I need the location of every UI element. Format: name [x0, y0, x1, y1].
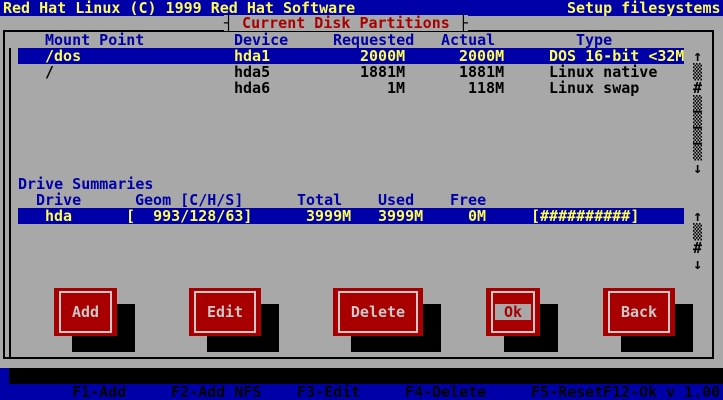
fkey-f5-reset[interactable]: F5-Reset	[531, 384, 603, 400]
partition-type[interactable]: Linux swap	[549, 80, 639, 96]
partition-requested[interactable]: 2000M	[360, 48, 405, 64]
partition-requested[interactable]: 1M	[387, 80, 405, 96]
col-header-type: Type	[576, 32, 612, 48]
page-title: Current Disk Partitions	[233, 14, 459, 32]
partition-device[interactable]: hda6	[234, 80, 270, 96]
drive-summaries-label: Drive Summaries	[18, 176, 153, 192]
dialog-inner-border	[9, 48, 11, 358]
drive-total[interactable]: 3999M	[306, 208, 351, 224]
step-title: Setup filesystems	[567, 0, 721, 16]
fkey-f1-add[interactable]: F1-Add	[72, 384, 126, 400]
col-header-total: Total	[297, 192, 342, 208]
installer-screen: Red Hat Linux (C) 1999 Red Hat Software …	[0, 0, 723, 400]
dialog-title: ┤ Current Disk Partitions ├	[224, 15, 468, 31]
col-header-device: Device	[234, 32, 288, 48]
drive-geometry[interactable]: [ 993/128/63]	[126, 208, 252, 224]
scroll-up-icon[interactable]: ↑	[693, 48, 702, 64]
partition-actual[interactable]: 2000M	[459, 48, 504, 64]
col-header-actual: Actual	[441, 32, 495, 48]
scrollbar-track[interactable]: ▒	[693, 96, 702, 112]
fkey-f2-add-nfs[interactable]: F2-Add NFS	[171, 384, 261, 400]
partition-actual[interactable]: 118M	[468, 80, 504, 96]
drive-name[interactable]: hda	[45, 208, 72, 224]
scrollbar-track[interactable]: ▒	[693, 64, 702, 80]
ok-button-label: Ok	[495, 304, 531, 320]
add-button[interactable]: Add	[54, 288, 117, 336]
scrollbar-thumb[interactable]: #	[693, 240, 702, 256]
drive-usage-bar: [##########]	[531, 208, 639, 224]
back-button[interactable]: Back	[603, 288, 675, 336]
scroll-down-icon[interactable]: ↓	[693, 256, 702, 272]
scrollbar-track[interactable]: ▒	[693, 112, 702, 128]
partition-device[interactable]: hda5	[234, 64, 270, 80]
col-header-mount-point: Mount Point	[45, 32, 144, 48]
fkey-f4-delete[interactable]: F4-Delete	[405, 384, 486, 400]
fkey-f12-ok[interactable]: F12-Ok	[603, 384, 657, 400]
partition-mount[interactable]: /dos	[45, 48, 81, 64]
scrollbar-track[interactable]: ▒	[693, 144, 702, 160]
scroll-up-icon[interactable]: ↑	[693, 208, 702, 224]
back-button-label: Back	[621, 304, 657, 320]
function-key-bar: F1-Add F2-Add NFS F3-Edit F4-Delete F5-R…	[0, 384, 723, 400]
version-label: v 1.00	[666, 384, 720, 400]
col-header-requested: Requested	[333, 32, 414, 48]
fkey-f3-edit[interactable]: F3-Edit	[297, 384, 360, 400]
title-tick-right: ├	[459, 14, 468, 32]
col-header-geom: Geom [C/H/S]	[135, 192, 243, 208]
partition-type[interactable]: DOS 16-bit <32M	[549, 48, 684, 64]
dialog-shadow	[9, 368, 723, 384]
scrollbar-thumb[interactable]: #	[693, 80, 702, 96]
partition-requested[interactable]: 1881M	[360, 64, 405, 80]
ok-button[interactable]: Ok	[486, 288, 540, 336]
scrollbar-track[interactable]: ▒	[693, 224, 702, 240]
partition-device[interactable]: hda1	[234, 48, 270, 64]
screen-background	[0, 368, 9, 384]
scrollbar-track[interactable]: ▒	[693, 128, 702, 144]
col-header-used: Used	[378, 192, 414, 208]
col-header-drive: Drive	[36, 192, 81, 208]
partition-mount[interactable]: /	[45, 64, 54, 80]
partition-type[interactable]: Linux native	[549, 64, 657, 80]
delete-button[interactable]: Delete	[333, 288, 423, 336]
title-tick-left: ┤	[224, 14, 233, 32]
add-button-label: Add	[72, 304, 99, 320]
delete-button-label: Delete	[351, 304, 405, 320]
scroll-down-icon[interactable]: ↓	[693, 160, 702, 176]
edit-button[interactable]: Edit	[189, 288, 261, 336]
drive-used[interactable]: 3999M	[378, 208, 423, 224]
col-header-free: Free	[450, 192, 486, 208]
drive-free[interactable]: 0M	[468, 208, 486, 224]
edit-button-label: Edit	[207, 304, 243, 320]
partition-actual[interactable]: 1881M	[459, 64, 504, 80]
